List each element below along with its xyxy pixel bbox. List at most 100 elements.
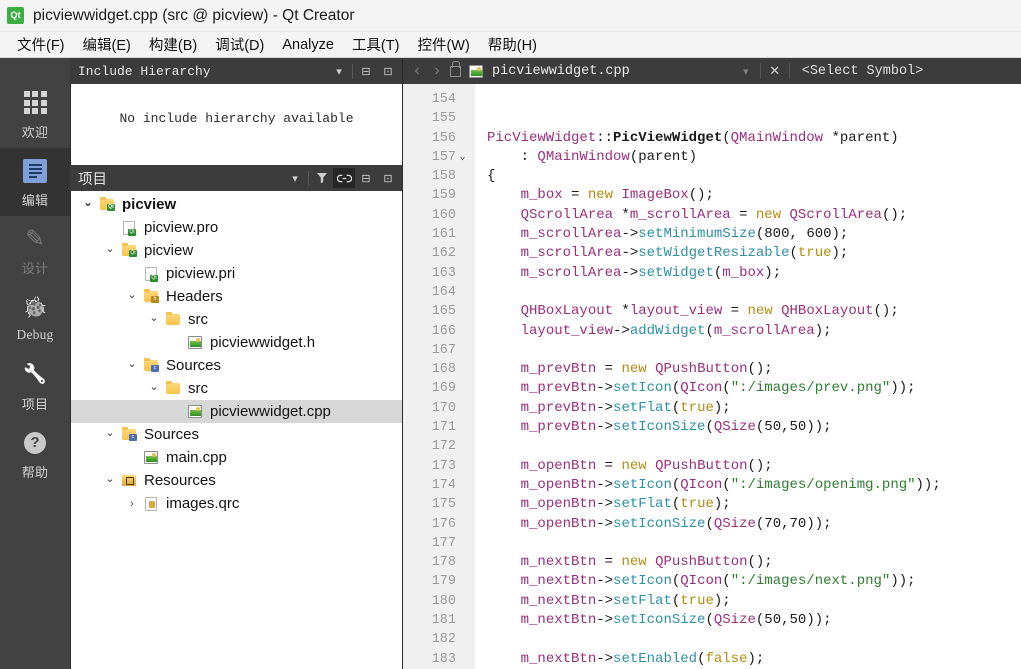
code-token: *parent)	[823, 129, 899, 146]
chevron-right-icon[interactable]: ›	[427, 60, 447, 82]
split-icon[interactable]: ⊟	[355, 61, 377, 81]
code-line[interactable]: m_openBtn->setIconSize(QSize(70,70));	[487, 515, 1021, 534]
tree-item[interactable]: ⌄ src	[71, 308, 402, 331]
tree-item[interactable]: ⌄ c Sources	[71, 423, 402, 446]
chevron-down-icon[interactable]: ⌄	[123, 357, 141, 370]
filter-icon[interactable]	[311, 168, 333, 188]
tree-item[interactable]: Qt picview.pri	[71, 262, 402, 285]
close-icon[interactable]: ✕	[765, 60, 785, 82]
code-line[interactable]: m_nextBtn->setIconSize(QSize(50,50));	[487, 611, 1021, 630]
code-token: ->	[613, 322, 630, 339]
chevron-left-icon[interactable]: ‹	[407, 60, 427, 82]
code-line[interactable]: m_openBtn->setIcon(QIcon(":/images/openi…	[487, 476, 1021, 495]
code-line[interactable]: m_nextBtn = new QPushButton();	[487, 553, 1021, 572]
chevron-down-icon[interactable]: ⌄	[145, 311, 163, 324]
chevron-down-icon[interactable]: ▾	[328, 61, 350, 81]
tree-item[interactable]: ⌄ Qt picview	[71, 239, 402, 262]
code-line[interactable]: m_nextBtn->setIcon(QIcon(":/images/next.…	[487, 572, 1021, 591]
tree-item[interactable]: ⌄ Qt picview	[71, 193, 402, 216]
code-line[interactable]	[487, 630, 1021, 649]
menu-tools[interactable]: 工具(T)	[343, 32, 409, 57]
symbol-selector[interactable]: <Select Symbol>	[802, 64, 924, 79]
tree-item[interactable]: ⌄ c Sources	[71, 354, 402, 377]
chevron-down-icon[interactable]: ⌄	[145, 380, 163, 393]
code-token: addWidget	[629, 322, 706, 339]
code-content[interactable]: PicViewWidget::PicViewWidget(QMainWindow…	[475, 84, 1021, 669]
code-line[interactable]	[487, 90, 1021, 109]
editor-tab-filename[interactable]: picviewwidget.cpp	[492, 64, 630, 79]
menu-file[interactable]: 文件(F)	[8, 32, 74, 57]
menu-analyze[interactable]: Analyze	[273, 35, 343, 55]
code-line[interactable]: m_scrollArea->setWidget(m_box);	[487, 264, 1021, 283]
code-line[interactable]: m_box = new ImageBox();	[487, 186, 1021, 205]
code-token: new	[621, 457, 647, 474]
code-line[interactable]	[487, 283, 1021, 302]
tree-item[interactable]: picviewwidget.h	[71, 331, 402, 354]
code-line[interactable]: QScrollArea *m_scrollArea = new QScrollA…	[487, 206, 1021, 225]
tree-item[interactable]: ⌄ Resources	[71, 469, 402, 492]
tree-item[interactable]: ⌄ h Headers	[71, 285, 402, 308]
code-line[interactable]: QHBoxLayout *layout_view = new QHBoxLayo…	[487, 302, 1021, 321]
code-line[interactable]	[487, 437, 1021, 456]
minimize-icon[interactable]: ⊡	[377, 168, 399, 188]
tree-item[interactable]: Qt picview.pro	[71, 216, 402, 239]
line-number-value: 168	[431, 362, 456, 378]
code-line[interactable]: m_prevBtn->setIcon(QIcon(":/images/prev.…	[487, 379, 1021, 398]
code-fold-chevron-icon[interactable]: ⌄	[456, 148, 469, 167]
code-token: (parent)	[629, 148, 698, 165]
code-token: setIconSize	[613, 612, 706, 629]
mode-item-5[interactable]: 🔧 项目	[0, 352, 70, 420]
code-line[interactable]: m_openBtn->setFlat(true);	[487, 495, 1021, 514]
code-editor[interactable]: 154 155 156 157 ⌄ 158 159 160 161 162 163 164 165 166…	[403, 84, 1021, 669]
mode-item-1[interactable]: 欢迎	[0, 80, 70, 148]
code-line[interactable]: m_scrollArea->setMinimumSize(800, 600);	[487, 225, 1021, 244]
menu-window[interactable]: 控件(W)	[408, 32, 478, 57]
split-icon[interactable]: ⊟	[355, 168, 377, 188]
chevron-down-icon[interactable]: ⌄	[123, 288, 141, 301]
code-token: setIcon	[613, 476, 672, 493]
tree-item[interactable]: › images.qrc	[71, 492, 402, 515]
mode-item-2[interactable]: 编辑	[0, 148, 70, 216]
chevron-down-icon[interactable]: ▾	[736, 60, 756, 82]
code-line[interactable]: m_prevBtn->setFlat(true);	[487, 399, 1021, 418]
menubar: 文件(F) 编辑(E) 构建(B) 调试(D) Analyze 工具(T) 控件(W) 帮助(…	[0, 32, 1021, 58]
mode-item-4[interactable]: 🐞 Debug	[0, 284, 70, 352]
code-token: (	[705, 419, 714, 436]
chevron-down-icon[interactable]: ⌄	[101, 426, 119, 439]
chevron-down-icon[interactable]: ⌄	[101, 472, 119, 485]
code-line[interactable]: m_scrollArea->setWidgetResizable(true);	[487, 244, 1021, 263]
left-panel-column: Include Hierarchy ▾ ⊟ ⊡ No include hiera…	[70, 58, 403, 669]
code-line[interactable]: layout_view->addWidget(m_scrollArea);	[487, 322, 1021, 341]
mode-item-label: 编辑	[21, 192, 49, 208]
chevron-down-icon[interactable]: ⌄	[101, 242, 119, 255]
code-line[interactable]	[487, 341, 1021, 360]
menu-help[interactable]: 帮助(H)	[479, 32, 546, 57]
code-line[interactable]	[487, 109, 1021, 128]
tree-item[interactable]: ⌄ src	[71, 377, 402, 400]
code-token: QPushButton	[655, 554, 748, 571]
chevron-right-icon[interactable]: ›	[123, 498, 141, 510]
menu-build[interactable]: 构建(B)	[140, 32, 206, 57]
code-line[interactable]: : QMainWindow(parent)	[487, 148, 1021, 167]
code-token: ->	[596, 380, 614, 397]
code-token: ();	[688, 187, 714, 204]
tree-item-selected[interactable]: picviewwidget.cpp	[71, 400, 402, 423]
code-line[interactable]: {	[487, 167, 1021, 186]
code-line[interactable]: m_prevBtn = new QPushButton();	[487, 360, 1021, 379]
minimize-icon[interactable]: ⊡	[377, 61, 399, 81]
line-number: 174	[403, 476, 475, 495]
chevron-down-icon[interactable]: ▾	[284, 168, 306, 188]
code-line[interactable]	[487, 534, 1021, 553]
menu-edit[interactable]: 编辑(E)	[74, 32, 140, 57]
link-icon[interactable]	[333, 168, 355, 188]
menu-debug[interactable]: 调试(D)	[206, 32, 273, 57]
chevron-down-icon[interactable]: ⌄	[79, 196, 97, 209]
tree-item[interactable]: main.cpp	[71, 446, 402, 469]
code-line[interactable]: PicViewWidget::PicViewWidget(QMainWindow…	[487, 129, 1021, 148]
mode-item-6[interactable]: ? 帮助	[0, 420, 70, 488]
unlocked-padlock-icon[interactable]	[450, 60, 461, 77]
code-line[interactable]: m_prevBtn->setIconSize(QSize(50,50));	[487, 418, 1021, 437]
code-line[interactable]: m_nextBtn->setEnabled(false);	[487, 650, 1021, 669]
code-line[interactable]: m_openBtn = new QPushButton();	[487, 457, 1021, 476]
code-line[interactable]: m_nextBtn->setFlat(true);	[487, 592, 1021, 611]
